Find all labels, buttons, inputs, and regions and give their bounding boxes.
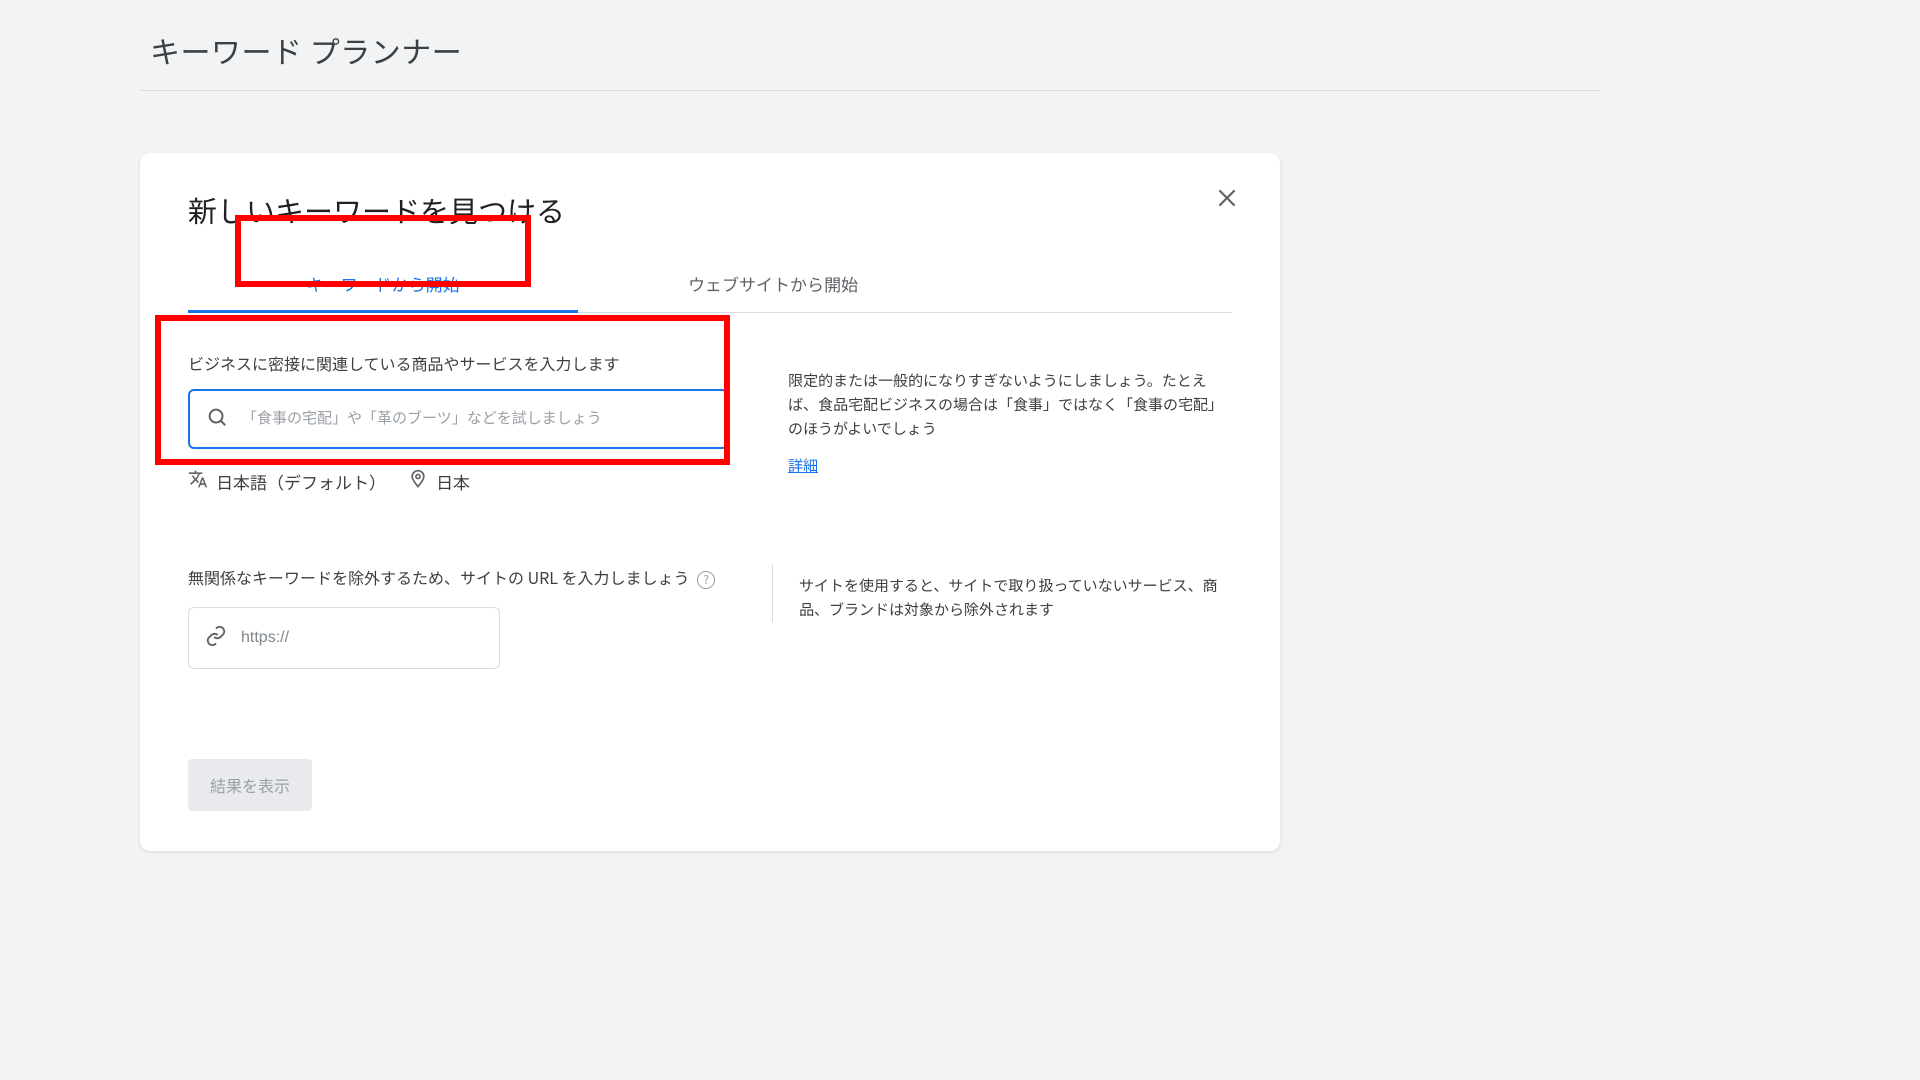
tab-label: ウェブサイトから開始 bbox=[688, 271, 858, 296]
url-input[interactable] bbox=[241, 629, 483, 647]
help-icon[interactable]: ? bbox=[697, 571, 715, 589]
url-section: 無関係なキーワードを除外するため、サイトの URL を入力しましょう ? サイト… bbox=[188, 564, 1232, 669]
keyword-input[interactable] bbox=[242, 410, 710, 428]
location-label: 日本 bbox=[436, 469, 470, 494]
details-link[interactable]: 詳細 bbox=[788, 455, 818, 476]
translate-icon bbox=[188, 469, 208, 494]
modal-title: 新しいキーワードを見つける bbox=[188, 189, 1232, 231]
location-selector[interactable]: 日本 bbox=[408, 469, 470, 494]
page-title: キーワード プランナー bbox=[150, 28, 1590, 72]
show-results-button[interactable]: 結果を表示 bbox=[188, 759, 312, 811]
language-location-row: 日本語（デフォルト） 日本 bbox=[188, 469, 728, 494]
url-help-text: サイトを使用すると、サイトで取り扱っていないサービス、商品、ブランドは対象から除… bbox=[799, 574, 1232, 622]
link-icon bbox=[205, 625, 227, 652]
keyword-input-label: ビジネスに密接に関連している商品やサービスを入力します bbox=[188, 351, 728, 375]
close-icon bbox=[1214, 192, 1240, 216]
page-header: キーワード プランナー bbox=[140, 0, 1600, 91]
show-results-label: 結果を表示 bbox=[210, 779, 290, 796]
close-button[interactable] bbox=[1214, 185, 1240, 216]
url-input-container[interactable] bbox=[188, 607, 500, 669]
tab-bar: キーワードから開始 ウェブサイトから開始 bbox=[188, 257, 1232, 313]
keyword-input-container[interactable] bbox=[188, 389, 728, 449]
modal-card: 新しいキーワードを見つける キーワードから開始 ウェブサイトから開始 ビジネスに… bbox=[140, 153, 1280, 851]
location-icon bbox=[408, 469, 428, 494]
language-label: 日本語（デフォルト） bbox=[216, 469, 386, 494]
tab-label: キーワードから開始 bbox=[307, 271, 460, 296]
tab-start-with-website[interactable]: ウェブサイトから開始 bbox=[578, 257, 968, 312]
keyword-help-text: 限定的または一般的になりすぎないようにしましょう。たとえば、食品宅配ビジネスの場… bbox=[788, 369, 1232, 441]
url-input-label: 無関係なキーワードを除外するため、サイトの URL を入力しましょう bbox=[188, 565, 690, 589]
language-selector[interactable]: 日本語（デフォルト） bbox=[188, 469, 386, 494]
tab-start-with-keywords[interactable]: キーワードから開始 bbox=[188, 257, 578, 312]
search-icon bbox=[206, 406, 228, 433]
keyword-section: ビジネスに密接に関連している商品やサービスを入力します 日本語（デフォルト） bbox=[188, 351, 1232, 494]
